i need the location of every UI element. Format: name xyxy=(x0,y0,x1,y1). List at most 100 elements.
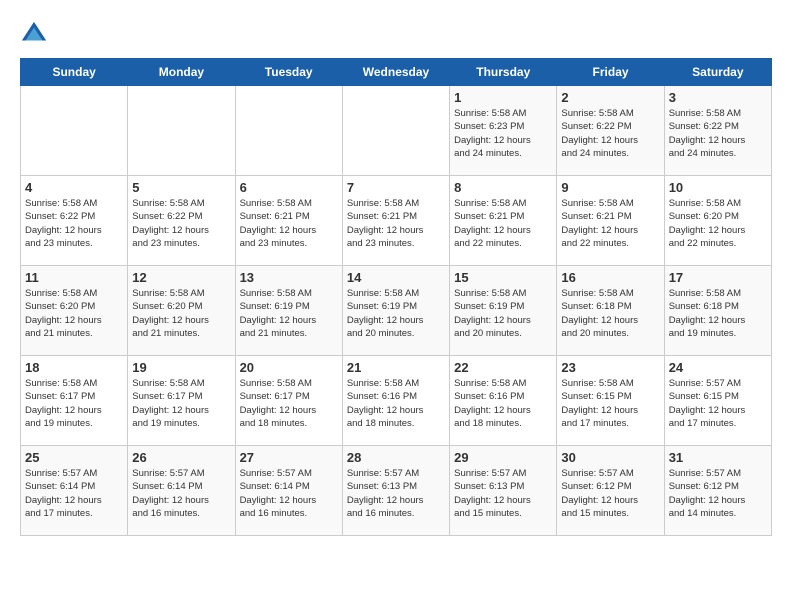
calendar-cell: 23 Sunrise: 5:58 AMSunset: 6:15 PMDayligh… xyxy=(557,356,664,446)
day-number: 14 xyxy=(347,270,445,285)
day-number: 27 xyxy=(240,450,338,465)
calendar-cell: 17 Sunrise: 5:58 AMSunset: 6:18 PMDayligh… xyxy=(664,266,771,356)
calendar-cell: 6 Sunrise: 5:58 AMSunset: 6:21 PMDaylight… xyxy=(235,176,342,266)
day-info: Sunrise: 5:57 AMSunset: 6:14 PMDaylight:… xyxy=(25,467,123,520)
day-number: 24 xyxy=(669,360,767,375)
day-number: 19 xyxy=(132,360,230,375)
day-info: Sunrise: 5:58 AMSunset: 6:15 PMDaylight:… xyxy=(561,377,659,430)
day-info: Sunrise: 5:57 AMSunset: 6:14 PMDaylight:… xyxy=(240,467,338,520)
day-info: Sunrise: 5:58 AMSunset: 6:17 PMDaylight:… xyxy=(132,377,230,430)
day-info: Sunrise: 5:58 AMSunset: 6:20 PMDaylight:… xyxy=(132,287,230,340)
day-info: Sunrise: 5:58 AMSunset: 6:20 PMDaylight:… xyxy=(25,287,123,340)
day-info: Sunrise: 5:58 AMSunset: 6:20 PMDaylight:… xyxy=(669,197,767,250)
calendar-cell: 7 Sunrise: 5:58 AMSunset: 6:21 PMDaylight… xyxy=(342,176,449,266)
calendar-cell: 29Sunrise: 5:57 AMSunset: 6:13 PMDayligh… xyxy=(450,446,557,536)
day-number: 25 xyxy=(25,450,123,465)
day-info: Sunrise: 5:58 AMSunset: 6:19 PMDaylight:… xyxy=(347,287,445,340)
week-row-2: 4 Sunrise: 5:58 AMSunset: 6:22 PMDaylight… xyxy=(21,176,772,266)
calendar-cell: 13 Sunrise: 5:58 AMSunset: 6:19 PMDayligh… xyxy=(235,266,342,356)
weekday-header-monday: Monday xyxy=(128,59,235,86)
calendar-cell: 12 Sunrise: 5:58 AMSunset: 6:20 PMDayligh… xyxy=(128,266,235,356)
calendar-cell: 4Sunrise: 5:58 AMSunset: 6:22 PMDaylight… xyxy=(21,176,128,266)
day-info: Sunrise: 5:58 AMSunset: 6:19 PMDaylight:… xyxy=(454,287,552,340)
day-number: 22 xyxy=(454,360,552,375)
day-number: 11 xyxy=(25,270,123,285)
day-info: Sunrise: 5:58 AMSunset: 6:21 PMDaylight:… xyxy=(561,197,659,250)
week-row-5: 25 Sunrise: 5:57 AMSunset: 6:14 PMDayligh… xyxy=(21,446,772,536)
day-number: 26 xyxy=(132,450,230,465)
calendar-cell: 25 Sunrise: 5:57 AMSunset: 6:14 PMDayligh… xyxy=(21,446,128,536)
day-number: 28 xyxy=(347,450,445,465)
week-row-1: 1Sunrise: 5:58 AMSunset: 6:23 PMDaylight… xyxy=(21,86,772,176)
weekday-header-sunday: Sunday xyxy=(21,59,128,86)
day-info: Sunrise: 5:58 AMSunset: 6:22 PMDaylight:… xyxy=(561,107,659,160)
calendar-cell: 16 Sunrise: 5:58 AMSunset: 6:18 PMDayligh… xyxy=(557,266,664,356)
day-info: Sunrise: 5:57 AMSunset: 6:12 PMDaylight:… xyxy=(669,467,767,520)
calendar-cell: 19 Sunrise: 5:58 AMSunset: 6:17 PMDayligh… xyxy=(128,356,235,446)
day-info: Sunrise: 5:58 AMSunset: 6:21 PMDaylight:… xyxy=(240,197,338,250)
weekday-header-thursday: Thursday xyxy=(450,59,557,86)
day-info: Sunrise: 5:58 AMSunset: 6:18 PMDaylight:… xyxy=(669,287,767,340)
calendar-cell: 31 Sunrise: 5:57 AMSunset: 6:12 PMDayligh… xyxy=(664,446,771,536)
day-info: Sunrise: 5:58 AMSunset: 6:21 PMDaylight:… xyxy=(454,197,552,250)
weekday-header-saturday: Saturday xyxy=(664,59,771,86)
day-number: 21 xyxy=(347,360,445,375)
day-number: 10 xyxy=(669,180,767,195)
day-number: 23 xyxy=(561,360,659,375)
day-number: 3 xyxy=(669,90,767,105)
calendar-cell: 28 Sunrise: 5:57 AMSunset: 6:13 PMDayligh… xyxy=(342,446,449,536)
day-number: 16 xyxy=(561,270,659,285)
week-row-3: 11 Sunrise: 5:58 AMSunset: 6:20 PMDayligh… xyxy=(21,266,772,356)
day-number: 4 xyxy=(25,180,123,195)
calendar-cell xyxy=(235,86,342,176)
day-number: 6 xyxy=(240,180,338,195)
week-row-4: 18 Sunrise: 5:58 AMSunset: 6:17 PMDayligh… xyxy=(21,356,772,446)
day-info: Sunrise: 5:58 AMSunset: 6:22 PMDaylight:… xyxy=(132,197,230,250)
weekday-header-friday: Friday xyxy=(557,59,664,86)
day-number: 17 xyxy=(669,270,767,285)
logo-icon xyxy=(20,20,48,48)
day-number: 5 xyxy=(132,180,230,195)
weekday-header-tuesday: Tuesday xyxy=(235,59,342,86)
calendar-cell: 11 Sunrise: 5:58 AMSunset: 6:20 PMDayligh… xyxy=(21,266,128,356)
day-info: Sunrise: 5:57 AMSunset: 6:13 PMDaylight:… xyxy=(454,467,552,520)
calendar-cell: 14 Sunrise: 5:58 AMSunset: 6:19 PMDayligh… xyxy=(342,266,449,356)
day-number: 12 xyxy=(132,270,230,285)
day-number: 18 xyxy=(25,360,123,375)
calendar-table: SundayMondayTuesdayWednesdayThursdayFrid… xyxy=(20,58,772,536)
day-info: Sunrise: 5:58 AMSunset: 6:23 PMDaylight:… xyxy=(454,107,552,160)
calendar-cell: 3 Sunrise: 5:58 AMSunset: 6:22 PMDaylight… xyxy=(664,86,771,176)
day-info: Sunrise: 5:58 AMSunset: 6:18 PMDaylight:… xyxy=(561,287,659,340)
calendar-cell: 24 Sunrise: 5:57 AMSunset: 6:15 PMDayligh… xyxy=(664,356,771,446)
day-info: Sunrise: 5:58 AMSunset: 6:17 PMDaylight:… xyxy=(25,377,123,430)
day-number: 7 xyxy=(347,180,445,195)
day-number: 13 xyxy=(240,270,338,285)
calendar-cell: 5 Sunrise: 5:58 AMSunset: 6:22 PMDaylight… xyxy=(128,176,235,266)
day-info: Sunrise: 5:58 AMSunset: 6:16 PMDaylight:… xyxy=(347,377,445,430)
calendar-cell: 15 Sunrise: 5:58 AMSunset: 6:19 PMDayligh… xyxy=(450,266,557,356)
day-info: Sunrise: 5:57 AMSunset: 6:13 PMDaylight:… xyxy=(347,467,445,520)
day-info: Sunrise: 5:58 AMSunset: 6:21 PMDaylight:… xyxy=(347,197,445,250)
calendar-cell: 21 Sunrise: 5:58 AMSunset: 6:16 PMDayligh… xyxy=(342,356,449,446)
day-info: Sunrise: 5:58 AMSunset: 6:19 PMDaylight:… xyxy=(240,287,338,340)
day-number: 31 xyxy=(669,450,767,465)
day-number: 2 xyxy=(561,90,659,105)
calendar-cell: 1Sunrise: 5:58 AMSunset: 6:23 PMDaylight… xyxy=(450,86,557,176)
calendar-cell: 9Sunrise: 5:58 AMSunset: 6:21 PMDaylight… xyxy=(557,176,664,266)
calendar-cell: 30 Sunrise: 5:57 AMSunset: 6:12 PMDayligh… xyxy=(557,446,664,536)
calendar-cell: 27 Sunrise: 5:57 AMSunset: 6:14 PMDayligh… xyxy=(235,446,342,536)
calendar-cell: 18 Sunrise: 5:58 AMSunset: 6:17 PMDayligh… xyxy=(21,356,128,446)
day-info: Sunrise: 5:57 AMSunset: 6:12 PMDaylight:… xyxy=(561,467,659,520)
calendar-cell xyxy=(21,86,128,176)
day-info: Sunrise: 5:57 AMSunset: 6:15 PMDaylight:… xyxy=(669,377,767,430)
day-info: Sunrise: 5:58 AMSunset: 6:22 PMDaylight:… xyxy=(669,107,767,160)
calendar-cell: 26 Sunrise: 5:57 AMSunset: 6:14 PMDayligh… xyxy=(128,446,235,536)
day-number: 30 xyxy=(561,450,659,465)
weekday-header-row: SundayMondayTuesdayWednesdayThursdayFrid… xyxy=(21,59,772,86)
calendar-cell: 22Sunrise: 5:58 AMSunset: 6:16 PMDayligh… xyxy=(450,356,557,446)
weekday-header-wednesday: Wednesday xyxy=(342,59,449,86)
calendar-cell: 8Sunrise: 5:58 AMSunset: 6:21 PMDaylight… xyxy=(450,176,557,266)
day-info: Sunrise: 5:57 AMSunset: 6:14 PMDaylight:… xyxy=(132,467,230,520)
day-number: 15 xyxy=(454,270,552,285)
day-info: Sunrise: 5:58 AMSunset: 6:17 PMDaylight:… xyxy=(240,377,338,430)
